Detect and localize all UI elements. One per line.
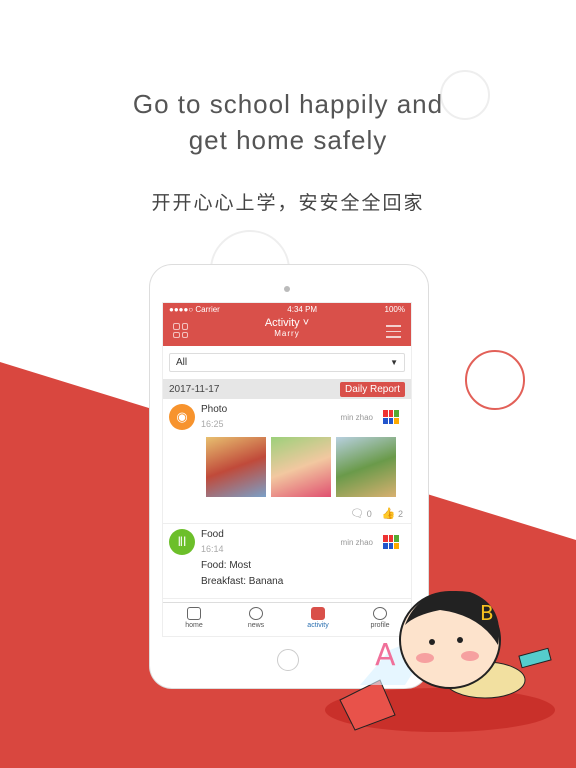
item-type: Food [201,529,224,540]
camera-dot [284,286,290,292]
menu-icon[interactable] [386,325,401,342]
item-author: min zhao [340,538,373,547]
activity-selector[interactable]: Activity ˅ Marry [163,317,411,338]
status-bar: ●●●●○ Carrier 4:34 PM 100% [163,303,411,316]
fork-knife-icon: ǁǀ [169,529,195,555]
food-detail: Breakfast: Banana [201,576,284,587]
tab-home[interactable]: home [163,603,225,636]
like-count: 2 [397,509,403,519]
dropdown-arrow-icon: ▼ [390,358,398,367]
photo-thumbnail[interactable] [336,437,396,497]
home-icon [187,607,201,620]
carrier: ●●●●○ Carrier [169,305,220,314]
item-time: 16:25 [201,419,224,429]
filter-value: All [176,357,188,368]
subtitle: 开开心心上学，安安全全回家 [151,192,425,214]
chat-bubble-icon [249,607,263,620]
child-illustration: A B [325,590,555,732]
daily-report-button[interactable]: Daily Report [339,381,405,397]
app-header: ●●●●○ Carrier 4:34 PM 100% Activity ˅ Ma… [163,303,411,346]
thumbs-up-icon: 👍 [381,508,396,520]
tab-label: news [247,622,265,629]
headline-line-1: Go to school happily and [132,89,444,119]
comment-count: 0 [366,509,372,519]
camera-icon: ◉ [169,404,195,430]
comment-icon: 🗨 [350,508,365,520]
date-bar: 2017-11-17 Daily Report [163,379,411,399]
school-logo [379,406,403,428]
chevron-down-icon: ˅ [299,317,310,329]
like-button[interactable]: 👍 2 [382,507,403,520]
doodle-decoration [465,350,525,410]
tab-news[interactable]: news [225,603,287,636]
photo-gallery [206,437,396,497]
svg-text:A: A [375,638,396,673]
photo-thumbnail[interactable] [271,437,331,497]
item-type: Photo [201,404,228,415]
filter-select[interactable]: All ▼ [169,353,405,372]
child-name: Marry [274,329,300,338]
date-label: 2017-11-17 [169,383,220,395]
tab-label: home [185,622,203,629]
clock: 4:34 PM [287,305,318,314]
item-actions: 🗨 0 👍 2 [350,507,403,520]
svg-text:B: B [480,601,494,625]
food-detail: Food: Most [201,560,252,571]
item-time: 16:14 [201,544,224,554]
home-button [277,649,299,671]
photo-thumbnail[interactable] [206,437,266,497]
comment-button[interactable]: 🗨 0 [350,507,372,520]
battery: 100% [384,305,405,314]
headline-line-2: get home safely [188,125,388,155]
headline: Go to school happily and get home safely [0,86,576,158]
header-title: Activity [264,317,300,329]
school-logo [379,531,403,553]
item-author: min zhao [340,413,373,422]
feed-item-photo[interactable]: ◉ Photo 16:25 min zhao 🗨 0 👍 2 [163,399,411,524]
